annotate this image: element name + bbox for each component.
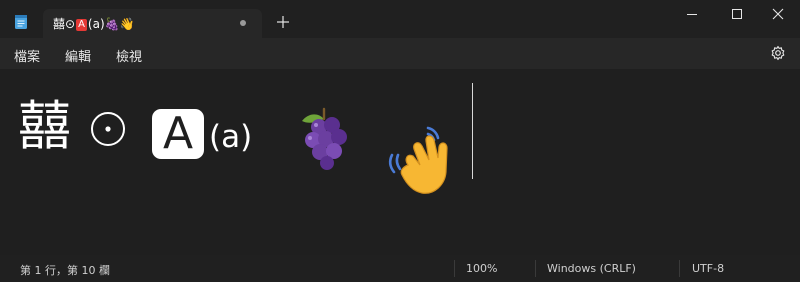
menu-edit[interactable]: 編輯 xyxy=(63,44,93,67)
grapes-icon xyxy=(302,107,347,170)
tab-title-box: A xyxy=(76,19,87,31)
menu-view[interactable]: 檢視 xyxy=(114,44,144,67)
encoding[interactable]: UTF-8 xyxy=(692,262,724,275)
circled-dot-icon xyxy=(91,112,125,146)
minimize-icon[interactable] xyxy=(669,0,715,30)
text-editor[interactable]: 囍 A (a) xyxy=(0,69,800,255)
line-ending[interactable]: Windows (CRLF) xyxy=(547,262,636,275)
title-bar: 囍⊙ A (a)🍇👋 xyxy=(0,0,800,38)
boxed-letter-a: A xyxy=(152,109,204,159)
gear-icon[interactable] xyxy=(770,45,786,61)
tab-document[interactable]: 囍⊙ A (a)🍇👋 xyxy=(43,9,262,38)
cursor-position: 第 1 行，第 10 欄 xyxy=(20,264,110,277)
menu-bar: 檔案 編輯 檢視 xyxy=(0,38,800,69)
status-bar: 第 1 行，第 10 欄 100% Windows (CRLF) UTF-8 xyxy=(0,255,800,282)
tab-title-prefix: 囍⊙ xyxy=(53,17,76,31)
close-tab-dot-icon[interactable] xyxy=(237,17,249,29)
status-divider xyxy=(535,260,536,277)
menu-file[interactable]: 檔案 xyxy=(12,44,42,67)
zoom-level[interactable]: 100% xyxy=(466,262,497,275)
plus-icon[interactable] xyxy=(276,15,290,29)
waving-hand-icon xyxy=(388,126,448,194)
notepad-icon xyxy=(15,15,27,29)
status-divider xyxy=(454,260,455,277)
text-caret xyxy=(472,83,473,179)
parenthesized-a: (a) xyxy=(209,119,253,155)
tab-title: 囍⊙ A (a)🍇👋 xyxy=(53,15,135,32)
status-divider xyxy=(679,260,680,277)
tab-title-suffix: (a)🍇👋 xyxy=(87,17,135,31)
double-happiness-char: 囍 xyxy=(18,96,71,157)
close-icon[interactable] xyxy=(754,0,800,30)
